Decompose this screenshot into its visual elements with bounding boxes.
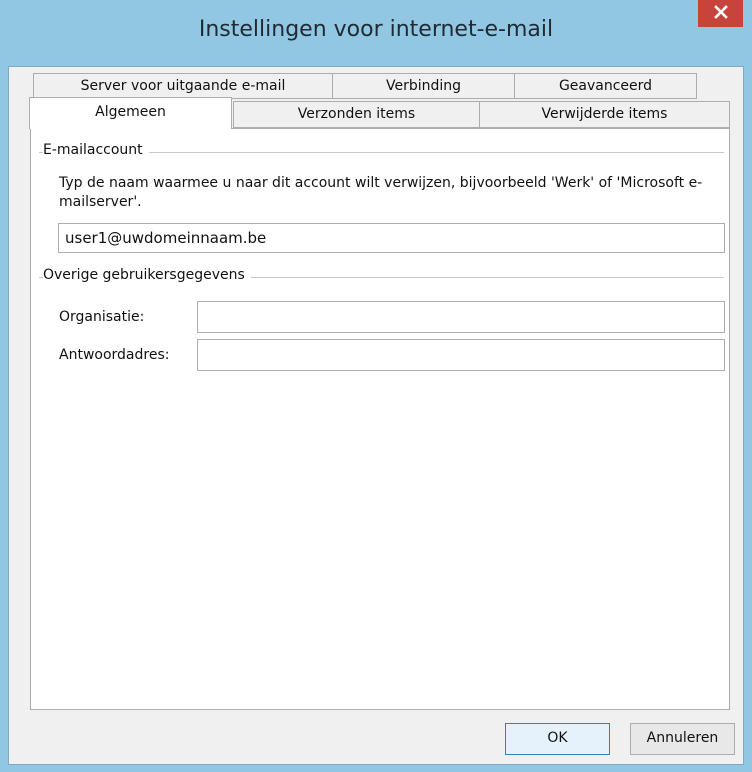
tab-general[interactable]: Algemeen — [29, 97, 232, 129]
dialog-window: Instellingen voor internet-e-mail Server… — [0, 0, 752, 772]
email-account-group-label: E-mailaccount — [43, 142, 149, 158]
dialog-client-area: Server voor uitgaande e-mail Verbinding … — [8, 66, 744, 765]
tab-outgoing-server[interactable]: Server voor uitgaande e-mail — [33, 73, 333, 99]
reply-address-label: Antwoordadres: — [59, 347, 170, 363]
tab-deleted-items[interactable]: Verwijderde items — [479, 101, 730, 128]
organization-label: Organisatie: — [59, 309, 145, 325]
tab-advanced[interactable]: Geavanceerd — [514, 73, 697, 99]
tab-connection[interactable]: Verbinding — [332, 73, 515, 99]
tab-panel-general: E-mailaccount Typ de naam waarmee u naar… — [30, 128, 730, 710]
title-bar[interactable]: Instellingen voor internet-e-mail — [0, 0, 752, 66]
organization-input[interactable] — [197, 301, 725, 333]
close-icon — [713, 4, 728, 23]
ok-button[interactable]: OK — [505, 723, 610, 755]
close-button[interactable] — [698, 0, 743, 27]
account-name-input[interactable]: user1@uwdomeinnaam.be — [58, 223, 725, 253]
reply-address-input[interactable] — [197, 339, 725, 371]
window-title: Instellingen voor internet-e-mail — [198, 17, 554, 42]
account-name-description: Typ de naam waarmee u naar dit account w… — [59, 175, 703, 210]
user-info-group-label: Overige gebruikersgegevens — [43, 267, 251, 283]
tab-sent-items[interactable]: Verzonden items — [233, 101, 480, 128]
cancel-button[interactable]: Annuleren — [630, 723, 735, 755]
